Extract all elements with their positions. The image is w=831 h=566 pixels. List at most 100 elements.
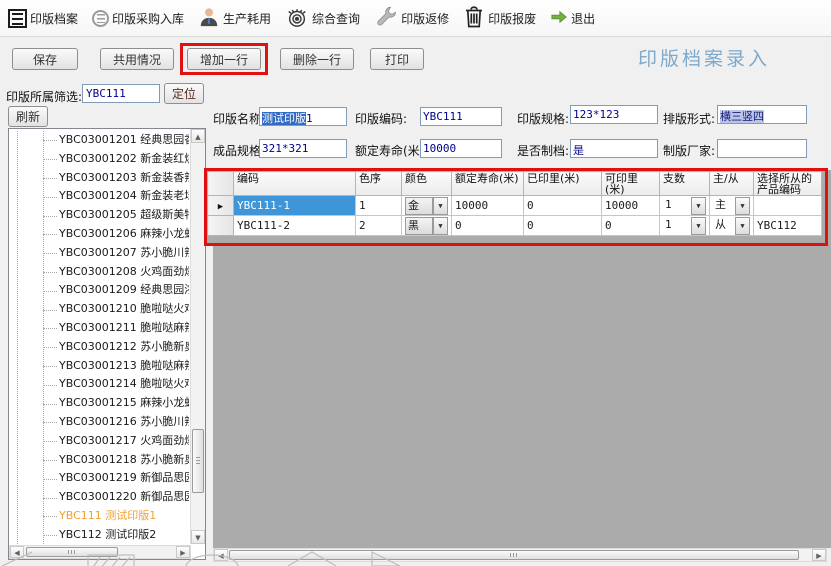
tree-item[interactable]: YBC03001217 火鸡面劲爆火鸡5 <box>59 432 189 451</box>
col-header-printed[interactable]: 已印里(米) <box>524 172 602 196</box>
tree-item[interactable]: YBC03001213 脆啦哒麻辣小龙虾 <box>59 357 189 376</box>
col-header-code[interactable]: 编码 <box>234 172 356 196</box>
col-header-printable[interactable]: 可印里(米) <box>602 172 660 196</box>
grid-horizontal-scrollbar[interactable]: ◀ ▶ <box>213 548 827 562</box>
tree-item[interactable]: YBC03001202 新金装红烧牛肉面 <box>59 150 189 169</box>
toolbar-item-comprehensive-query[interactable]: 综合查询 <box>285 6 360 31</box>
scroll-left-icon[interactable]: ◀ <box>214 549 228 561</box>
plate-name-input[interactable]: 测试印版1 <box>259 107 347 126</box>
cell-count[interactable]: 1▼ <box>660 196 710 216</box>
tree-item[interactable]: YBC03001205 超级斯美特香牛 <box>59 206 189 225</box>
plate-code-input[interactable]: YBC111 <box>420 107 502 126</box>
cell-from-code[interactable] <box>754 196 822 216</box>
scroll-left-icon[interactable]: ◀ <box>10 546 24 558</box>
delete-row-button[interactable]: 删除一行 <box>280 48 354 70</box>
plate-spec-label: 印版规格: <box>517 110 569 127</box>
rated-life-input[interactable]: 10000 <box>420 139 502 158</box>
cell-color-seq[interactable]: 1 <box>356 196 402 216</box>
col-header-from-code[interactable]: 选择所从的产品编码 <box>754 172 822 196</box>
tree-item[interactable]: YBC03001208 火鸡面劲爆火鸡5 <box>59 263 189 282</box>
tree-item[interactable]: YBC03001218 苏小脆新奥尔良鸡 <box>59 451 189 470</box>
plate-spec-input[interactable]: 123*123 <box>570 105 658 124</box>
toolbar-item-exit[interactable]: 退出 <box>550 9 595 28</box>
tree-horizontal-scrollbar[interactable]: ◀ ▶ <box>9 545 191 559</box>
col-header-color-seq[interactable]: 色序 <box>356 172 402 196</box>
current-row-marker[interactable]: ▶ <box>208 196 234 216</box>
col-header-color[interactable]: 颜色 <box>402 172 452 196</box>
col-header-role[interactable]: 主/从 <box>710 172 754 196</box>
cell-code[interactable]: YBC111-1 <box>234 196 356 216</box>
toolbar-item-label: 印版档案 <box>30 10 78 27</box>
grid-hscroll-thumb[interactable] <box>229 550 799 560</box>
plate-filter-input[interactable]: YBC111 <box>82 84 160 103</box>
cell-printable[interactable]: 0 <box>602 216 660 236</box>
cell-printable[interactable]: 10000 <box>602 196 660 216</box>
save-button[interactable]: 保存 <box>12 48 78 70</box>
tree-item[interactable]: YBC03001204 新金装老坛酸菜面 <box>59 187 189 206</box>
scroll-down-icon[interactable]: ▼ <box>191 530 205 544</box>
tree-item[interactable]: YBC03001201 经典思园香辣牛肉面 <box>59 131 189 150</box>
cell-code[interactable]: YBC111-2 <box>234 216 356 236</box>
tree-vertical-scrollbar[interactable]: ▲ ▼ <box>190 129 205 544</box>
tree-item[interactable]: YBC03001219 新御品思园香辣牛 <box>59 469 189 488</box>
toolbar-item-plate-archive[interactable]: 印版档案 <box>8 9 78 28</box>
color-plate-grid: 编码 色序 颜色 额定寿命(米) 已印里(米) 可印里(米) 支数 主/从 选择… <box>207 171 822 236</box>
tree-item[interactable]: YBC03001206 麻辣小龙虾55g <box>59 225 189 244</box>
cell-printed[interactable]: 0 <box>524 216 602 236</box>
tree-item[interactable]: YBC03001210 脆啦哒火鸡面55g <box>59 300 189 319</box>
tree-item[interactable]: YBC03001216 苏小脆川辣牛肉5 <box>59 413 189 432</box>
tree-hscroll-thumb[interactable] <box>26 547 118 557</box>
col-header-rated-life[interactable]: 额定寿命(米) <box>452 172 524 196</box>
archive-flag-input[interactable]: 是 <box>570 139 658 158</box>
shared-status-button[interactable]: 共用情况 <box>100 48 174 70</box>
cell-rated-life[interactable]: 0 <box>452 216 524 236</box>
wrench-icon <box>374 5 398 32</box>
tree-item[interactable]: YBC03001209 经典思园浓香排骨 <box>59 281 189 300</box>
toolbar-item-plate-scrap[interactable]: 印版报废 <box>463 5 536 32</box>
chevron-down-icon[interactable]: ▼ <box>691 217 706 235</box>
count-value: 1 <box>663 217 691 235</box>
tree-item[interactable]: YBC03001220 新御品思园红烧牛 <box>59 488 189 507</box>
toolbar-item-production-consumption[interactable]: 生产耗用 <box>198 6 271 31</box>
chevron-down-icon[interactable]: ▼ <box>735 197 750 215</box>
cell-color[interactable]: 金▼ <box>402 196 452 216</box>
tree-item[interactable]: YBC03001214 脆啦哒火鸡面55g <box>59 375 189 394</box>
scroll-right-icon[interactable]: ▶ <box>812 549 826 561</box>
chevron-down-icon[interactable]: ▼ <box>735 217 750 235</box>
cell-color-seq[interactable]: 2 <box>356 216 402 236</box>
product-spec-label: 成品规格: <box>213 142 265 159</box>
eye-icon <box>285 6 309 31</box>
cell-role[interactable]: 从▼ <box>710 216 754 236</box>
tree-item[interactable]: YBC03001207 苏小脆川辣牛肉5 <box>59 244 189 263</box>
add-row-button[interactable]: 增加一行 <box>187 48 261 70</box>
product-spec-input[interactable]: 321*321 <box>259 139 347 158</box>
locate-button[interactable]: 定位 <box>164 83 204 104</box>
toolbar-item-plate-repair[interactable]: 印版返修 <box>374 5 449 32</box>
print-button[interactable]: 打印 <box>370 48 424 70</box>
scroll-up-icon[interactable]: ▲ <box>191 129 205 143</box>
cell-rated-life[interactable]: 10000 <box>452 196 524 216</box>
refresh-button[interactable]: 刷新 <box>8 106 48 127</box>
toolbar-item-plate-purchase-inbound[interactable]: 印版采购入库 <box>92 10 184 27</box>
cell-printed[interactable]: 0 <box>524 196 602 216</box>
cell-count[interactable]: 1▼ <box>660 216 710 236</box>
layout-form-input[interactable]: 横三竖四 <box>717 105 807 124</box>
scroll-right-icon[interactable]: ▶ <box>176 546 190 558</box>
plate-name-label: 印版名称: <box>213 110 265 127</box>
chevron-down-icon[interactable]: ▼ <box>691 197 706 215</box>
tree-item[interactable]: YBC112 测试印版2 <box>59 526 189 544</box>
cell-role[interactable]: 主▼ <box>710 196 754 216</box>
tree-vscroll-thumb[interactable] <box>192 429 204 493</box>
tree-item[interactable]: YBC03001215 麻辣小龙虾55g15 <box>59 394 189 413</box>
plate-maker-input[interactable] <box>717 139 807 158</box>
tree-item[interactable]: YBC03001211 脆啦哒麻辣小龙虾 <box>59 319 189 338</box>
tree-item-selected[interactable]: YBC111 测试印版1 <box>59 507 189 526</box>
col-header-count[interactable]: 支数 <box>660 172 710 196</box>
row-selector[interactable] <box>208 216 234 236</box>
cell-from-code[interactable]: YBC112 <box>754 216 822 236</box>
tree-item[interactable]: YBC03001203 新金装香辣牛肉面 <box>59 169 189 188</box>
tree-item[interactable]: YBC03001212 苏小脆新奥尔良鸡 <box>59 338 189 357</box>
chevron-down-icon[interactable]: ▼ <box>433 217 448 235</box>
chevron-down-icon[interactable]: ▼ <box>433 197 448 215</box>
cell-color[interactable]: 黑▼ <box>402 216 452 236</box>
